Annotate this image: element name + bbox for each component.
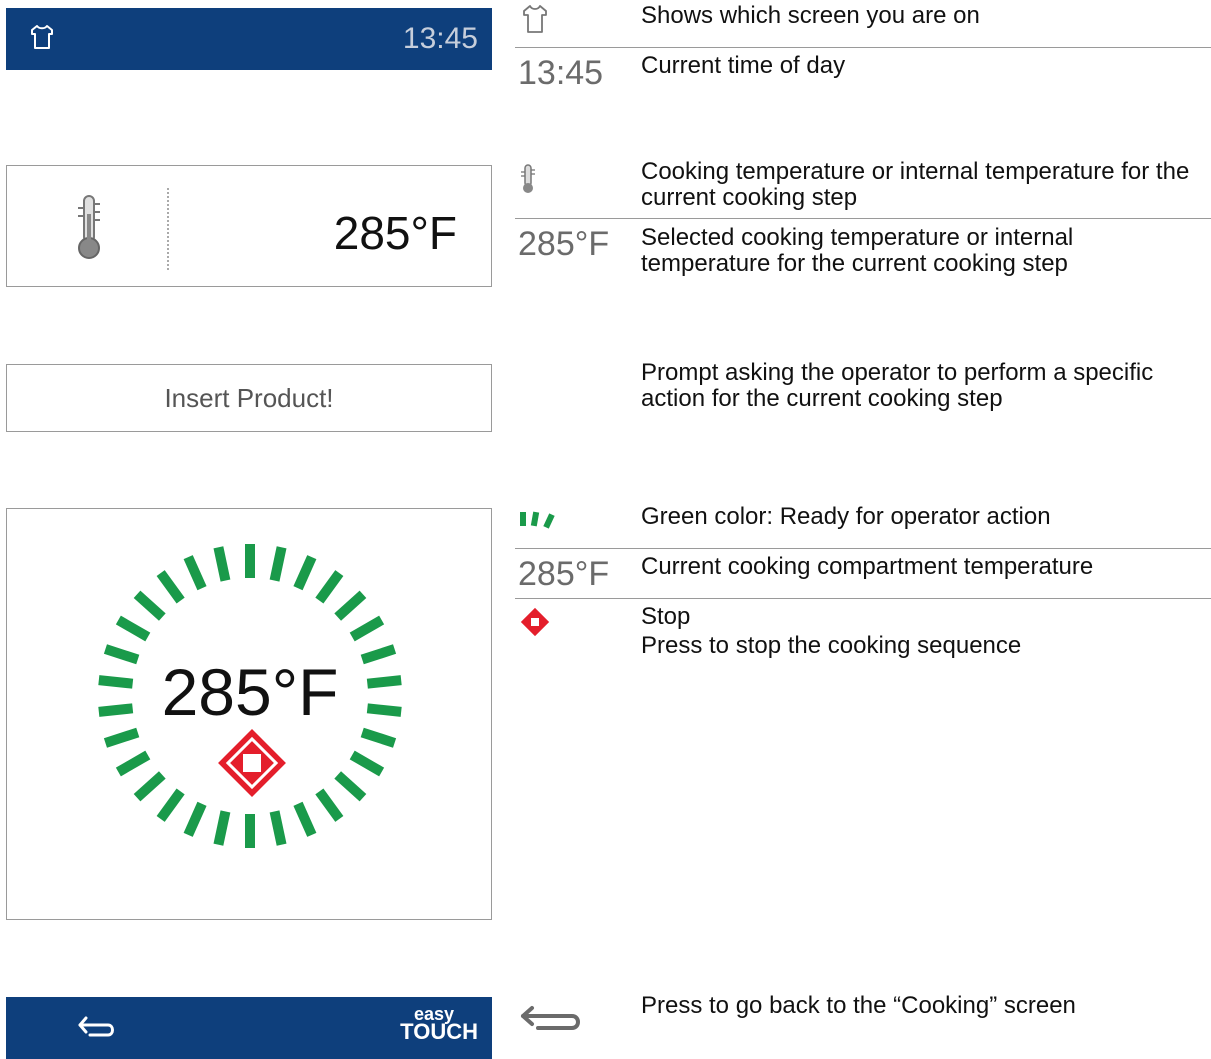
back-arrow-icon[interactable] xyxy=(76,1013,118,1046)
back-arrow-icon xyxy=(518,1004,584,1039)
dial-segment xyxy=(315,570,344,604)
dial-segment xyxy=(269,810,287,846)
easytouch-logo: easy TOUCH xyxy=(400,1004,478,1044)
dial-segment xyxy=(115,750,151,777)
dial-segment xyxy=(156,788,185,822)
legend-text-stop-desc: Press to stop the cooking sequence xyxy=(641,632,1022,659)
dial-segment xyxy=(133,590,166,621)
dial-segment xyxy=(293,555,317,591)
stop-button[interactable] xyxy=(215,726,289,800)
legend-text-back: Press to go back to the “Cooking” screen xyxy=(641,992,1076,1019)
legend-temp-example: 285°F xyxy=(518,555,610,593)
dial-segment xyxy=(349,615,385,642)
compartment-temperature: 285°F xyxy=(161,655,339,729)
dial-segment xyxy=(183,801,207,837)
dial-segment xyxy=(213,810,231,846)
dial-segment xyxy=(213,546,231,582)
top-status-bar: 13:45 xyxy=(6,8,492,70)
green-segments-icon xyxy=(518,508,568,535)
time-of-day: 13:45 xyxy=(402,22,478,55)
dial-segment xyxy=(360,727,397,748)
dial-segment xyxy=(269,546,287,582)
cooking-dial-panel: 285°F xyxy=(6,508,492,920)
divider xyxy=(515,218,1211,219)
dial-segment xyxy=(293,801,317,837)
dial-segment xyxy=(334,590,367,621)
legend-text-selected-temp: Selected cooking temperature or internal… xyxy=(641,224,1074,277)
legend-time-example: 13:45 xyxy=(518,54,604,92)
divider xyxy=(515,548,1211,549)
legend-text-stop: Stop xyxy=(641,603,691,630)
divider xyxy=(515,598,1211,599)
legend-text-screen: Shows which screen you are on xyxy=(641,2,980,29)
legend-text-temp-icon: Cooking temperature or internal temperat… xyxy=(641,158,1190,211)
stop-icon xyxy=(520,607,550,642)
dial-segment xyxy=(315,788,344,822)
dial-segment xyxy=(334,771,367,802)
dial-segment xyxy=(115,615,151,642)
legend-text-time: Current time of day xyxy=(641,52,846,79)
thermometer-icon xyxy=(520,164,536,199)
dial-segment xyxy=(133,771,166,802)
divider xyxy=(515,47,1211,48)
bottom-nav-bar: easy TOUCH xyxy=(6,997,492,1059)
operator-prompt-panel: Insert Product! xyxy=(6,364,492,432)
dial-segment xyxy=(103,727,140,748)
thermometer-icon xyxy=(75,194,103,265)
legend-text-green: Green color: Ready for operator action xyxy=(641,503,1051,530)
selected-temperature: 285°F xyxy=(333,207,457,259)
legend-text-prompt: Prompt asking the operator to perform a … xyxy=(641,359,1154,412)
legend-temp-example: 285°F xyxy=(518,225,610,263)
operator-prompt-text: Insert Product! xyxy=(164,383,334,413)
dial-segment xyxy=(183,555,207,591)
temperature-panel[interactable]: 285°F xyxy=(6,165,492,287)
chef-shirt-icon xyxy=(30,24,54,55)
chef-shirt-icon xyxy=(522,4,548,39)
dial-segment xyxy=(156,570,185,604)
dial-segment xyxy=(349,750,385,777)
legend-text-compartment-temp: Current cooking compartment temperature xyxy=(641,553,1094,580)
panel-divider xyxy=(167,188,169,270)
